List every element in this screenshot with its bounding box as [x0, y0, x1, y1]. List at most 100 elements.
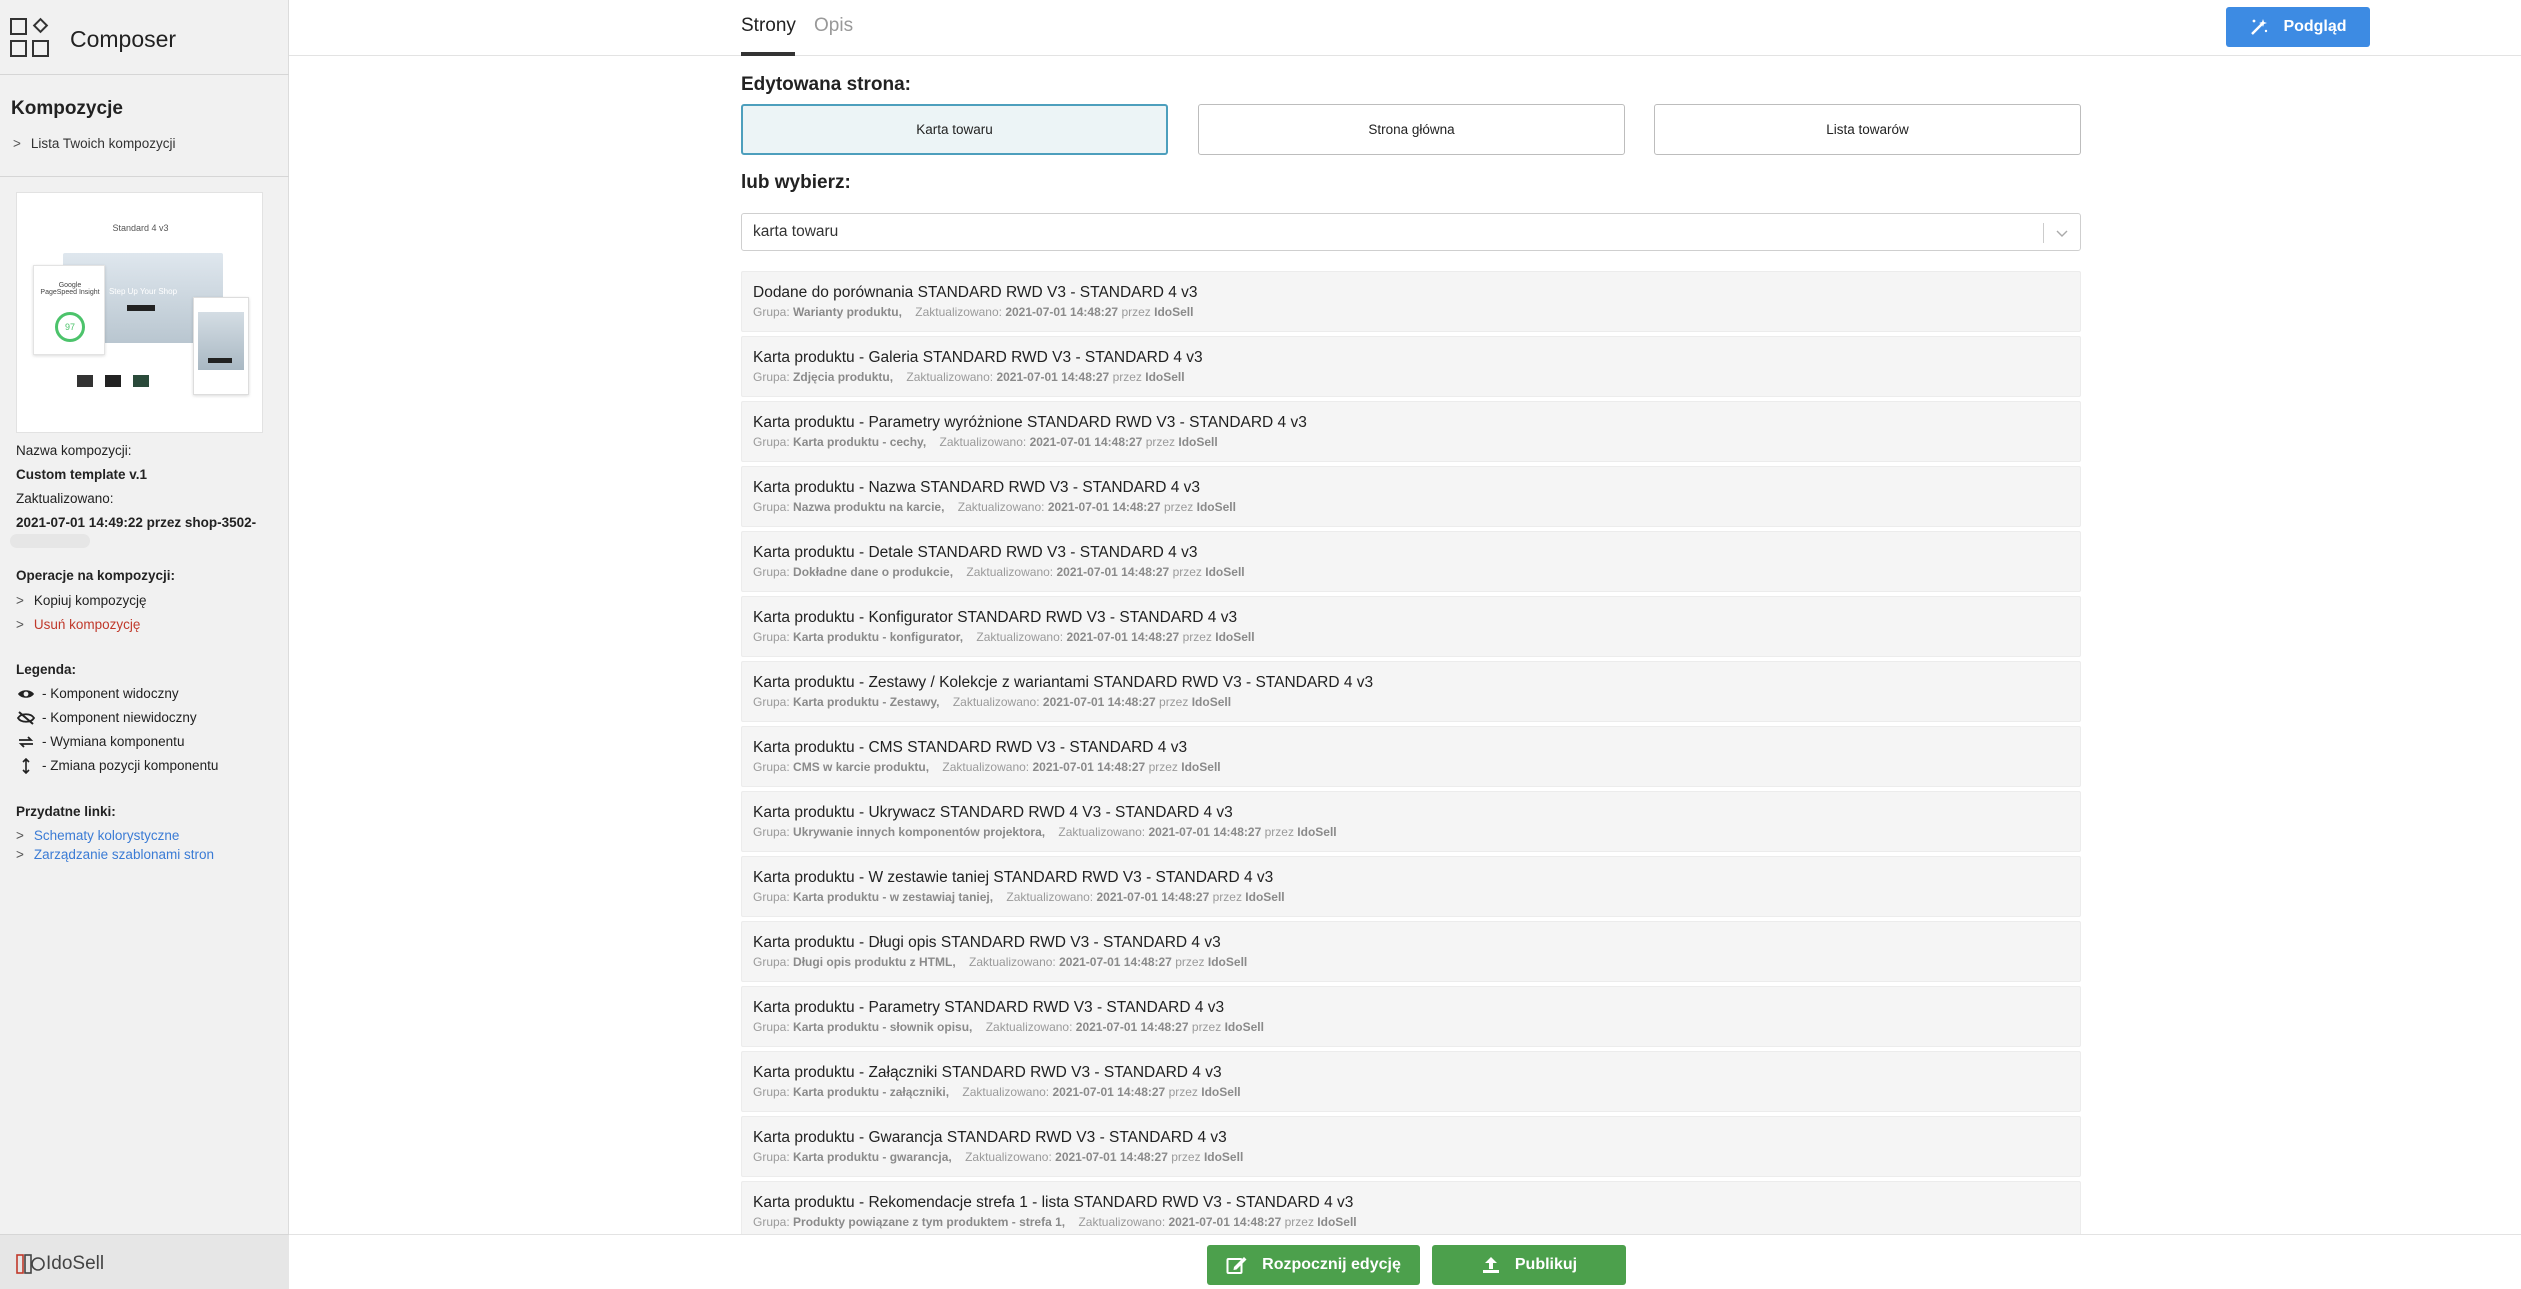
meta-by-value: IdoSell — [1154, 305, 1194, 319]
list-item[interactable]: Dodane do porównania STANDARD RWD V3 - S… — [741, 271, 2081, 332]
list-item[interactable]: Karta produktu - Długi opis STANDARD RWD… — [741, 921, 2081, 982]
delete-composition-link[interactable]: > Usuń kompozycję — [16, 617, 140, 632]
page-button-strona-glowna[interactable]: Strona główna — [1198, 104, 1625, 155]
chevron-right-icon: > — [13, 136, 21, 151]
list-item-title: Karta produktu - Nazwa STANDARD RWD V3 -… — [753, 479, 1201, 496]
copy-composition-link[interactable]: > Kopiuj kompozycję — [16, 593, 146, 608]
or-choose-label: lub wybierz: — [741, 172, 851, 193]
meta-updated-value: 2021-07-01 14:48:27 — [1005, 305, 1119, 319]
idosell-logo[interactable]: IdoSell — [16, 1253, 104, 1275]
meta-by-value: IdoSell — [1215, 630, 1255, 644]
legend-label: Zmiana pozycji komponentu — [50, 758, 219, 773]
list-item[interactable]: Karta produktu - Załączniki STANDARD RWD… — [741, 1051, 2081, 1112]
list-item[interactable]: Karta produktu - Konfigurator STANDARD R… — [741, 596, 2081, 657]
meta-by-value: IdoSell — [1317, 1215, 1357, 1229]
legend-visible: - Komponent widoczny — [16, 686, 179, 701]
start-edit-button[interactable]: Rozpocznij edycję — [1207, 1245, 1420, 1285]
meta-group-value: Karta produktu - konfigurator, — [793, 630, 964, 644]
meta-group-value: Zdjęcia produktu, — [793, 370, 894, 384]
meta-group-label: Grupa: — [753, 435, 790, 449]
page-button-karta-towaru[interactable]: Karta towaru — [741, 104, 1168, 155]
list-item[interactable]: Karta produktu - Nazwa STANDARD RWD V3 -… — [741, 466, 2081, 527]
meta-updated-label: Zaktualizowano: — [915, 305, 1002, 319]
list-item-title: Karta produktu - Załączniki STANDARD RWD… — [753, 1064, 1222, 1081]
list-item-title: Karta produktu - Ukrywacz STANDARD RWD 4… — [753, 804, 1233, 821]
meta-updated-value: 2021-07-01 14:48:27 — [996, 370, 1110, 384]
meta-updated-value: 2021-07-01 14:48:27 — [1029, 435, 1143, 449]
meta-by-label: przez — [1212, 890, 1242, 904]
meta-updated-label: Zaktualizowano: — [942, 760, 1030, 774]
list-item[interactable]: Karta produktu - Parametry STANDARD RWD … — [741, 986, 2081, 1047]
legend-reorder: - Zmiana pozycji komponentu — [16, 757, 219, 774]
meta-group-value: Karta produktu - cechy, — [793, 435, 927, 449]
brand[interactable]: Composer — [10, 17, 176, 60]
color-schemes-link[interactable]: > Schematy kolorystyczne — [16, 828, 179, 843]
list-item[interactable]: Karta produktu - Gwarancja STANDARD RWD … — [741, 1116, 2081, 1177]
meta-updated-label: Zaktualizowano: — [965, 1150, 1052, 1164]
meta-updated-value: 2021-07-01 14:48:27 — [1096, 890, 1210, 904]
list-item[interactable]: Karta produktu - CMS STANDARD RWD V3 - S… — [741, 726, 2081, 787]
meta-by-label: przez — [1191, 1020, 1222, 1034]
links-heading: Przydatne linki: — [16, 804, 116, 819]
swap-icon — [16, 735, 36, 749]
meta-by-label: przez — [1175, 955, 1205, 969]
composer-logo-icon — [10, 17, 52, 60]
composition-thumbnail[interactable]: Standard 4 v3 Step Up Your Shop Google P… — [16, 192, 263, 433]
list-item[interactable]: Karta produktu - Parametry wyróżnione ST… — [741, 401, 2081, 462]
list-item-meta: Grupa: Dokładne dane o produkcie, Zaktua… — [753, 565, 1245, 579]
tab-opis[interactable]: Opis — [814, 15, 853, 37]
idosell-logo-icon — [16, 1254, 45, 1274]
legend-hidden: - Komponent niewidoczny — [16, 710, 197, 725]
compositions-heading: Kompozycje — [11, 98, 123, 119]
meta-by-label: przez — [1145, 435, 1176, 449]
list-item[interactable]: Karta produktu - Detale STANDARD RWD V3 … — [741, 531, 2081, 592]
meta-by-value: IdoSell — [1297, 825, 1337, 839]
meta-updated-label: Zaktualizowano: — [976, 630, 1064, 644]
meta-by-value: IdoSell — [1145, 370, 1185, 384]
meta-by-value: IdoSell — [1196, 500, 1236, 514]
operations-heading: Operacje na kompozycji: — [16, 568, 176, 583]
publish-button[interactable]: Publikuj — [1432, 1245, 1626, 1285]
template-management-link[interactable]: > Zarządzanie szablonami stron — [16, 847, 214, 862]
meta-by-label: przez — [1112, 370, 1142, 384]
meta-group-value: Karta produktu - gwarancja, — [793, 1150, 952, 1164]
meta-group-label: Grupa: — [753, 305, 790, 319]
meta-group-value: Długi opis produktu z HTML, — [793, 955, 956, 969]
page-select[interactable]: karta towaru — [741, 213, 2081, 251]
chevron-right-icon: > — [16, 847, 24, 862]
chevron-down-icon[interactable] — [2054, 225, 2070, 246]
idosell-logo-text: IdoSell — [46, 1253, 105, 1274]
meta-by-label: przez — [1171, 1150, 1201, 1164]
tab-strony[interactable]: Strony — [741, 15, 796, 37]
list-item-meta: Grupa: Karta produktu - Zestawy, Zaktual… — [753, 695, 1231, 709]
list-item-title: Karta produktu - Gwarancja STANDARD RWD … — [753, 1129, 1227, 1146]
compositions-list-label: Lista Twoich kompozycji — [30, 136, 176, 151]
list-item-meta: Grupa: Długi opis produktu z HTML, Zaktu… — [753, 955, 1247, 969]
list-item-meta: Grupa: Zdjęcia produktu, Zaktualizowano:… — [753, 370, 1185, 384]
list-item-meta: Grupa: CMS w karcie produktu, Zaktualizo… — [753, 760, 1221, 774]
preview-button[interactable]: Podgląd — [2226, 7, 2370, 47]
divider — [0, 74, 289, 75]
list-item[interactable]: Karta produktu - Zestawy / Kolekcje z wa… — [741, 661, 2081, 722]
list-item[interactable]: Karta produktu - Ukrywacz STANDARD RWD 4… — [741, 791, 2081, 852]
meta-group-label: Grupa: — [753, 370, 790, 384]
list-item-title: Karta produktu - Konfigurator STANDARD R… — [753, 609, 1238, 626]
compositions-list-link[interactable]: > Lista Twoich kompozycji — [13, 136, 175, 151]
meta-group-value: Karta produktu - w zestawiaj taniej, — [793, 890, 994, 904]
select-divider — [2043, 223, 2044, 243]
meta-updated-value: 2021-07-01 14:48:27 — [1056, 565, 1170, 579]
list-item-meta: Grupa: Karta produktu - załączniki, Zakt… — [753, 1085, 1241, 1099]
list-item-title: Dodane do porównania STANDARD RWD V3 - S… — [753, 284, 1198, 301]
vertical-arrows-icon — [16, 757, 36, 774]
list-item[interactable]: Karta produktu - W zestawie taniej STAND… — [741, 856, 2081, 917]
meta-by-label: przez — [1182, 630, 1212, 644]
list-item-meta: Grupa: Karta produktu - gwarancja, Zaktu… — [753, 1150, 1243, 1164]
meta-updated-label: Zaktualizowano: — [906, 370, 994, 384]
meta-by-value: IdoSell — [1178, 435, 1218, 449]
page-button-lista-towarow[interactable]: Lista towarów — [1654, 104, 2081, 155]
chevron-right-icon: > — [16, 617, 24, 632]
meta-updated-value: 2021-07-01 14:48:27 — [1042, 695, 1156, 709]
list-item[interactable]: Karta produktu - Galeria STANDARD RWD V3… — [741, 336, 2081, 397]
list-item[interactable]: Karta produktu - Rekomendacje strefa 1 -… — [741, 1181, 2081, 1242]
legend-heading: Legenda: — [16, 662, 77, 677]
